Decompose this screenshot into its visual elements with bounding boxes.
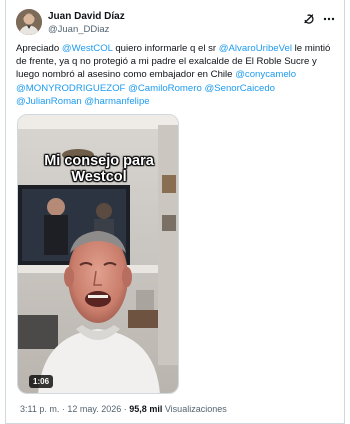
author-handle[interactable]: @Juan_DDiaz [48, 24, 109, 35]
video-caption-line2: Westcol [71, 169, 127, 185]
mention-link[interactable]: @WestCOL [62, 43, 113, 54]
grok-icon[interactable] [302, 12, 316, 26]
mention-link[interactable]: @conycamelo [235, 69, 296, 80]
tweet-header: Juan David Díaz @Juan_DDiaz [16, 9, 336, 37]
video-caption-line1: Mi consejo para [44, 153, 154, 169]
mention-link[interactable]: @JulianRoman [16, 96, 82, 107]
tweet-text: Apreciado @WestCOL quiero informarle q e… [16, 42, 338, 108]
mention-link[interactable]: @harmanfelipe [84, 96, 149, 107]
video-duration-badge: 1:06 [29, 375, 54, 388]
tweet-date[interactable]: 12 may. 2026 [67, 404, 121, 414]
author-name[interactable]: Juan David Díaz [48, 11, 125, 22]
mention-link[interactable]: @AlvaroUribeVel [219, 43, 292, 54]
video-caption: Mi consejo para Westcol [18, 153, 178, 185]
views-label: Visualizaciones [164, 404, 227, 414]
tweet-card: Juan David Díaz @Juan_DDiaz Apreciado @W… [5, 0, 345, 424]
tweet-meta: 3:11 p. m. · 12 may. 2026 · 95,8 mil Vis… [20, 404, 227, 414]
tweet-text-segment: quiero informarle q el sr [112, 43, 219, 54]
mention-link[interactable]: @CamiloRomero [128, 83, 202, 94]
avatar[interactable] [16, 9, 42, 35]
avatar-image [16, 9, 42, 35]
meta-separator: · [61, 404, 65, 414]
video-player[interactable]: Mi consejo para Westcol 1:06 [17, 114, 179, 394]
meta-separator: · [123, 404, 127, 414]
more-options-icon[interactable] [322, 12, 336, 26]
tweet-text-segment: Apreciado [16, 43, 62, 54]
views-count: 95,8 mil [129, 404, 163, 414]
mention-link[interactable]: @MONYRODRIGUEZOF [16, 83, 125, 94]
tweet-time[interactable]: 3:11 p. m. [20, 404, 59, 414]
mention-link[interactable]: @SenorCaicedo [204, 83, 275, 94]
